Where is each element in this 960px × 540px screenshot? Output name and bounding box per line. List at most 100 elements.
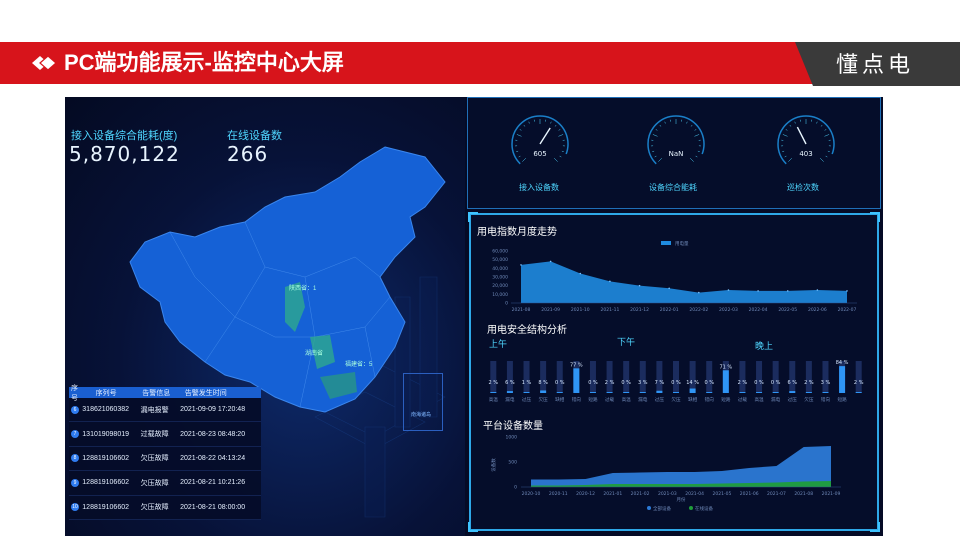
y-tick-label: 20,000 — [492, 283, 508, 289]
alarm-index-dot: 9 — [71, 478, 79, 487]
gauge-ring — [647, 115, 705, 173]
safety-bar[interactable] — [490, 392, 497, 393]
safety-bar-value: 84 % — [836, 360, 849, 366]
legend-label: 在线设备 — [695, 505, 713, 512]
safety-bar-bg — [656, 361, 663, 393]
legend-dot — [689, 506, 693, 510]
alarm-row[interactable]: 7 131019098019 过载故障 2021-08-23 08:48:20 — [69, 422, 261, 447]
alarm-time: 2021-08-21 08:00:00 — [180, 503, 246, 511]
safety-bar-value: 0 % — [588, 380, 598, 386]
safety-bar-bg — [822, 361, 829, 393]
safety-bar[interactable] — [689, 388, 696, 393]
safety-bar-value: 0 % — [555, 380, 565, 386]
gauge-tick — [518, 155, 521, 158]
x-tick-label: 2021-05 — [713, 491, 732, 497]
panel-corner — [468, 212, 478, 222]
alarm-serial: 128819106602 — [82, 503, 129, 511]
safety-bar-category: 短路 — [837, 396, 847, 403]
safety-bar[interactable] — [540, 390, 547, 393]
y-tick-label: 50,000 — [492, 257, 508, 263]
safety-bar[interactable] — [673, 392, 679, 393]
china-map-shape[interactable] — [129, 146, 446, 413]
gauge-tick — [697, 150, 700, 152]
safety-bar[interactable] — [589, 392, 596, 393]
safety-bar[interactable] — [772, 392, 779, 393]
usage-point — [520, 264, 522, 266]
x-tick-label: 2022-01 — [660, 307, 679, 313]
safety-bar-bg — [506, 361, 513, 393]
gauge-value: NaN — [669, 150, 684, 158]
usage-area — [521, 261, 847, 303]
safety-bar-value: 7 % — [655, 380, 665, 386]
safety-bar-bg — [523, 361, 530, 393]
safety-bar-bg — [589, 361, 596, 393]
safety-bar[interactable] — [556, 392, 563, 393]
alarm-row[interactable]: 10 128819106602 欠压故障 2021-08-21 08:00:00 — [69, 496, 261, 520]
alarm-index-dot: 8 — [71, 454, 79, 463]
safety-bar[interactable] — [855, 392, 862, 393]
safety-bar-category: 错向 — [572, 396, 582, 403]
safety-bar[interactable] — [523, 392, 530, 393]
safety-bar[interactable] — [822, 392, 829, 393]
safety-bar[interactable] — [805, 392, 812, 393]
x-tick-label: 2021-10 — [571, 307, 590, 313]
gauge-tick — [550, 121, 552, 124]
safety-bar[interactable] — [739, 392, 746, 393]
safety-bar-category: 欠压 — [804, 396, 814, 403]
alarm-row[interactable]: 6 318621060382 漏电报警 2021-09-09 17:20:48 — [69, 398, 261, 423]
gauge-tick — [825, 155, 828, 158]
safety-bar[interactable] — [639, 392, 646, 393]
gauge: 403 — [777, 115, 835, 173]
y-tick-label: 1000 — [506, 435, 518, 441]
gauge-panel: 605 NaN 403 接入设备数 设备综合能耗 巡检次数 — [467, 97, 881, 209]
alarm-row[interactable]: 9 128819106602 欠压故障 2021-08-21 10:21:26 — [69, 471, 261, 496]
panel-corner — [870, 212, 880, 222]
safety-bar[interactable] — [623, 392, 630, 393]
safety-bar-bg — [623, 361, 630, 393]
gauge-tick — [689, 157, 694, 162]
gauge-needle — [539, 127, 551, 145]
safety-bar[interactable] — [789, 391, 796, 393]
safety-bar[interactable] — [573, 368, 580, 393]
chart-title-safety: 用电安全结构分析 — [487, 325, 567, 336]
y-tick-label: 30,000 — [492, 275, 508, 281]
x-tick-label: 2021-06 — [740, 491, 759, 497]
chart-title-monthly: 用电指数月度走势 — [477, 227, 557, 238]
safety-bar-value: 14 % — [686, 380, 699, 386]
safety-bar[interactable] — [756, 392, 763, 393]
alarm-index-badge: 7 — [69, 430, 82, 439]
safety-bar-bg — [556, 361, 563, 393]
safety-bar-value: 77 % — [570, 362, 583, 368]
alarm-col-index: 序号 — [71, 384, 78, 402]
alarm-index-badge: 8 — [69, 454, 82, 463]
gauge: 605 — [511, 115, 569, 173]
x-tick-label: 2021-09 — [541, 307, 560, 313]
usage-point — [668, 287, 670, 290]
device-area-all — [531, 446, 831, 487]
gauge: NaN — [647, 115, 705, 173]
safety-bar[interactable] — [706, 392, 713, 393]
safety-bar-bg — [639, 361, 646, 393]
safety-bar[interactable] — [506, 391, 513, 393]
alarm-index-dot: 6 — [71, 405, 79, 414]
safety-bar-category: 短路 — [721, 396, 731, 403]
safety-bar-value: 6 % — [505, 380, 515, 386]
safety-bar[interactable] — [839, 366, 846, 393]
safety-bar-category: 错向 — [705, 396, 715, 403]
safety-bar-value: 3 % — [821, 380, 831, 386]
alarm-type: 欠压故障 — [140, 504, 169, 512]
safety-bar[interactable] — [722, 370, 729, 393]
alarm-row[interactable]: 8 128819106602 欠压故障 2021-08-22 04:13:24 — [69, 447, 261, 472]
safety-bar[interactable] — [606, 392, 613, 393]
map-label-hunan: 湖南省 — [305, 351, 324, 357]
alarm-type: 欠压故障 — [140, 479, 169, 487]
safety-bar-bg — [540, 361, 547, 393]
x-tick-label: 2022-02 — [689, 307, 708, 313]
safety-bar-value: 2 % — [489, 380, 499, 386]
gauge-tick — [553, 157, 558, 162]
gauge-label-inspections: 巡检次数 — [787, 183, 819, 192]
legend-label: 全部设备 — [653, 505, 671, 512]
safety-bar[interactable] — [656, 390, 663, 393]
gauge-tick — [694, 129, 697, 131]
safety-bar-bg — [739, 361, 746, 393]
